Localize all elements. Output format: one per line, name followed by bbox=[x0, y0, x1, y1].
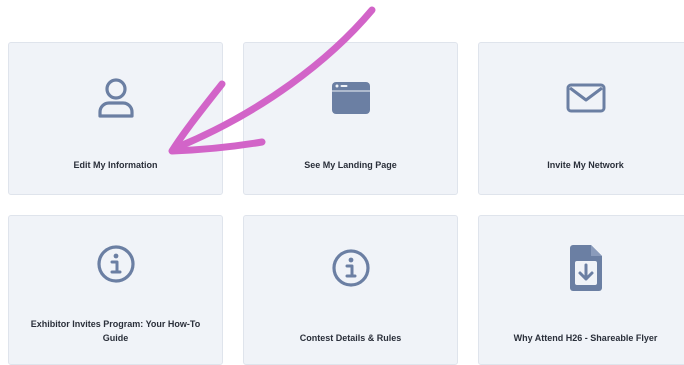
browser-window-icon bbox=[331, 82, 370, 114]
card-label: Edit My Information bbox=[73, 160, 158, 170]
envelope-icon bbox=[566, 83, 605, 113]
card-label: Invite My Network bbox=[547, 160, 624, 170]
user-icon bbox=[97, 78, 134, 118]
info-icon bbox=[96, 245, 135, 283]
edit-my-information-card[interactable]: Edit My Information bbox=[8, 42, 223, 195]
see-my-landing-page-card[interactable]: See My Landing Page bbox=[243, 42, 458, 195]
card-label: Contest Details & Rules bbox=[299, 333, 402, 343]
info-icon bbox=[331, 249, 370, 287]
card-label: Exhibitor Invites Program: Your How-To G… bbox=[30, 319, 201, 343]
card-label: Why Attend H26 - Shareable Flyer bbox=[513, 333, 658, 343]
contest-details-rules-card[interactable]: Contest Details & Rules bbox=[243, 215, 458, 365]
card-label: See My Landing Page bbox=[304, 160, 397, 170]
invite-my-network-card[interactable]: Invite My Network bbox=[478, 42, 684, 195]
shareable-flyer-card[interactable]: Why Attend H26 - Shareable Flyer bbox=[478, 215, 684, 365]
exhibitor-invites-guide-card[interactable]: Exhibitor Invites Program: Your How-To G… bbox=[8, 215, 223, 365]
file-download-icon bbox=[569, 245, 602, 291]
